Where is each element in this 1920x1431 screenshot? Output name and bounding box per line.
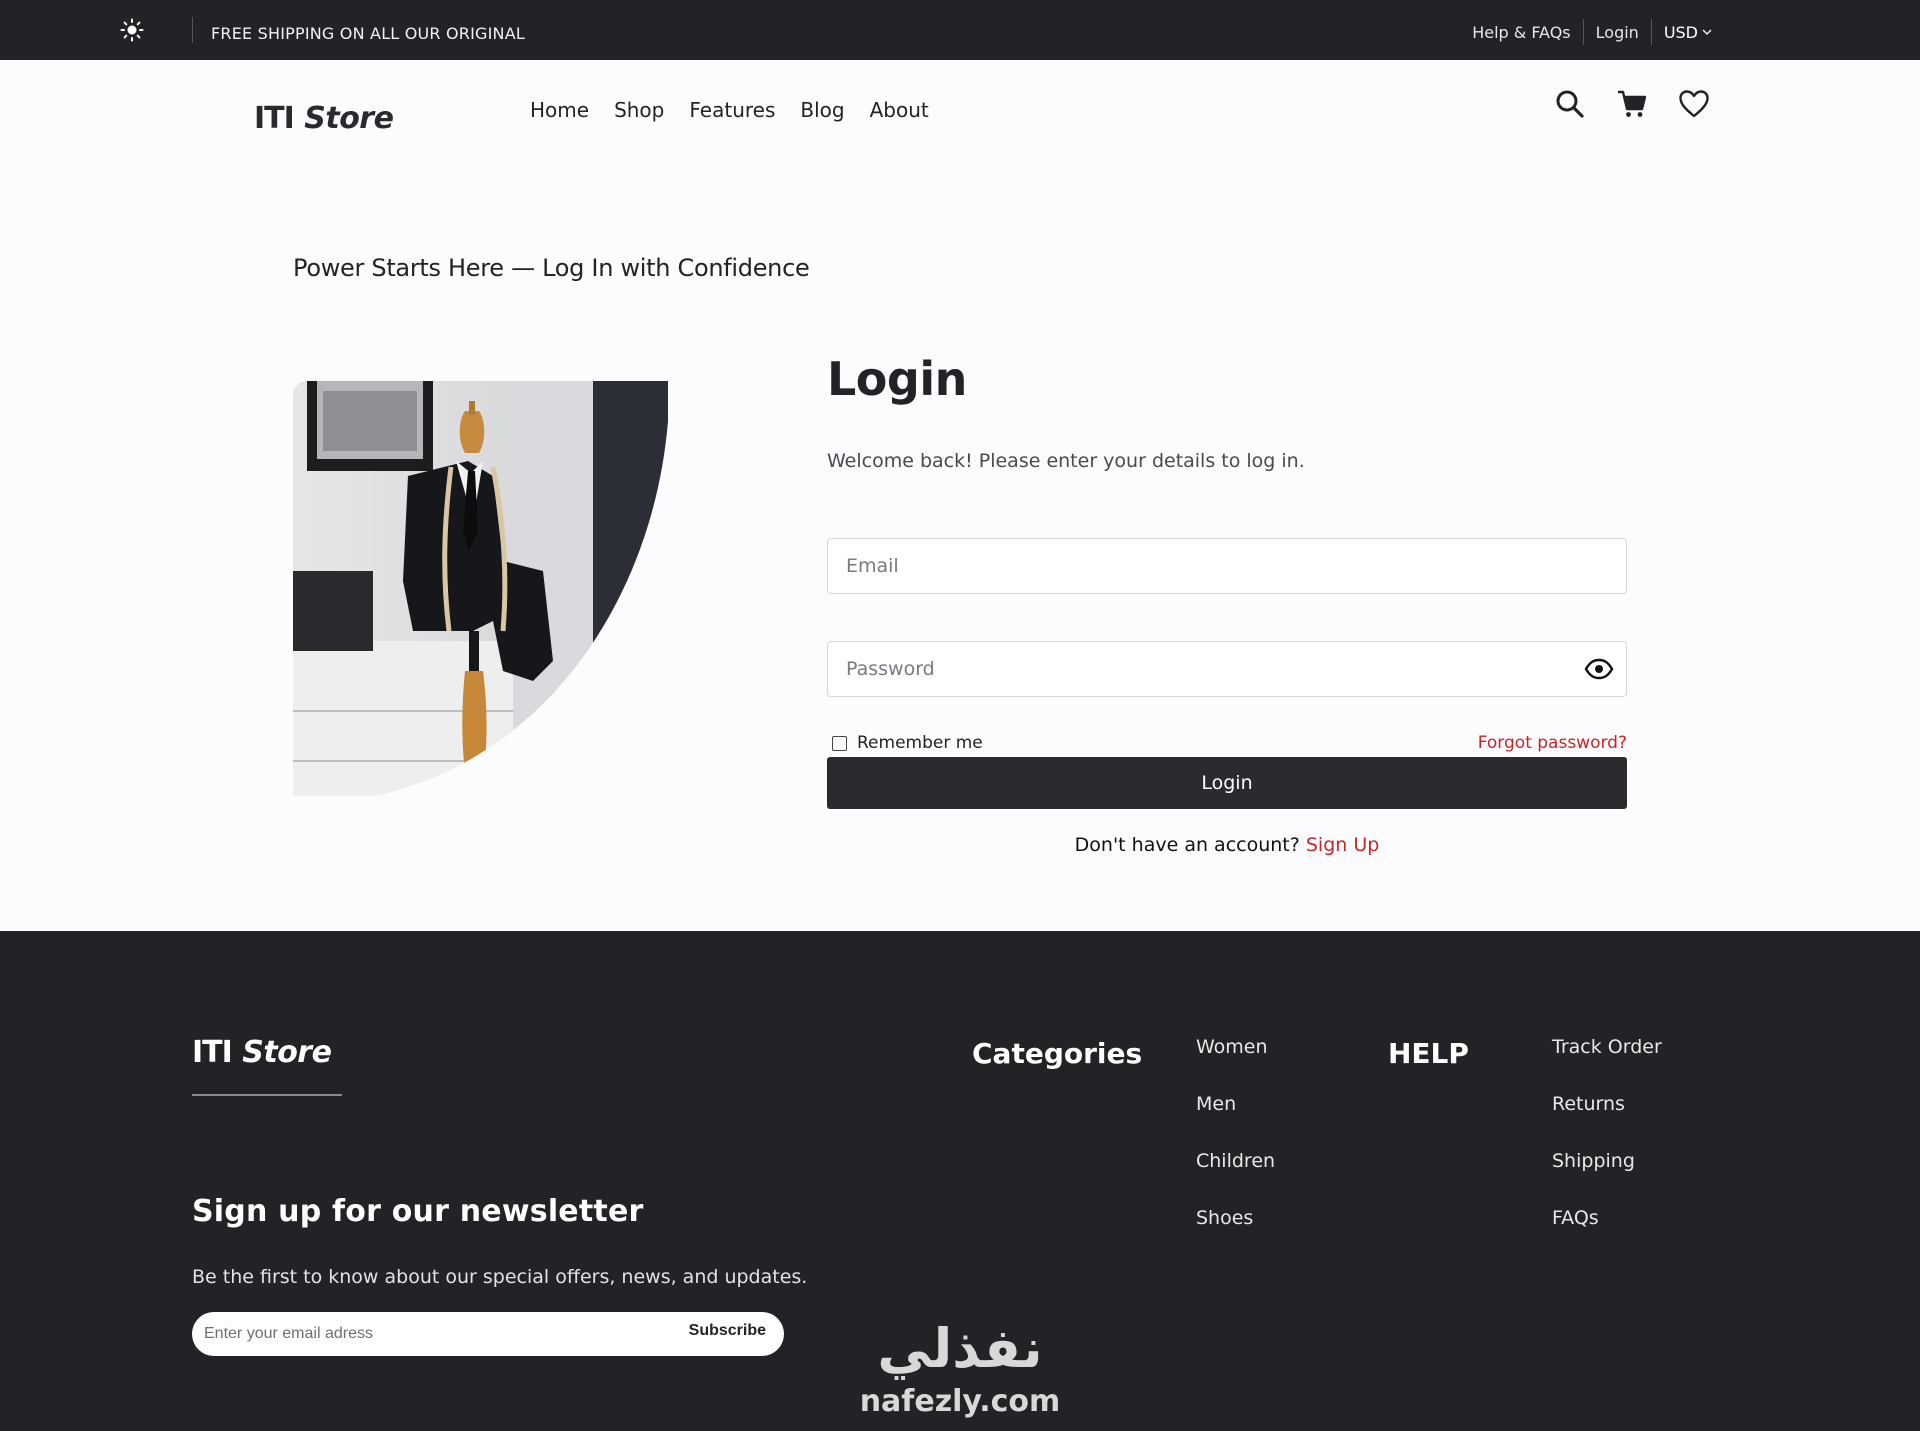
categories-list: Women Men Children Shoes <box>1196 1036 1275 1264</box>
nav-about[interactable]: About <box>870 98 929 122</box>
currency-select[interactable]: USD <box>1664 23 1712 42</box>
newsletter-subtitle: Be the first to know about our special o… <box>192 1266 808 1288</box>
category-link-shoes[interactable]: Shoes <box>1196 1207 1275 1264</box>
top-bar: FREE SHIPPING ON ALL OUR ORIGINAL Help &… <box>0 0 1920 60</box>
category-link-children[interactable]: Children <box>1196 1150 1275 1207</box>
password-field <box>827 641 1627 697</box>
nav-shop[interactable]: Shop <box>614 98 664 122</box>
heart-icon[interactable] <box>1678 88 1710 120</box>
login-title: Login <box>827 352 967 406</box>
email-field <box>827 538 1627 594</box>
subscribe-button[interactable]: Subscribe <box>689 1322 766 1340</box>
chevron-down-icon <box>1702 29 1712 35</box>
topbar-login-link[interactable]: Login <box>1596 23 1639 42</box>
category-link-women[interactable]: Women <box>1196 1036 1275 1093</box>
main-header: ITI Store Home Shop Features Blog About <box>0 60 1920 160</box>
theme-toggle-sun-icon[interactable] <box>120 18 144 42</box>
forgot-password-link[interactable]: Forgot password? <box>1478 733 1627 753</box>
topbar-separator <box>1650 19 1652 45</box>
logo-text-store: Store <box>304 101 394 136</box>
categories-title: Categories <box>972 1037 1143 1070</box>
site-footer: ITI Store Sign up for our newsletter Be … <box>0 931 1920 1431</box>
help-link-track-order[interactable]: Track Order <box>1552 1036 1662 1093</box>
help-faqs-link[interactable]: Help & FAQs <box>1472 23 1570 42</box>
remember-me-checkbox[interactable]: Remember me <box>832 733 983 753</box>
topbar-separator <box>1582 19 1584 45</box>
help-list: Track Order Returns Shipping FAQs <box>1552 1036 1662 1264</box>
page-tagline: Power Starts Here — Log In with Confiden… <box>293 254 810 282</box>
nafezly-watermark-logo: نفذلي nafezly.com <box>860 1317 1061 1419</box>
topbar-links: Help & FAQs Login USD <box>1472 19 1712 45</box>
footer-logo-underline <box>192 1094 342 1096</box>
watermark-latin-text: nafezly.com <box>860 1384 1061 1419</box>
main-nav: Home Shop Features Blog About <box>530 98 929 122</box>
password-input[interactable] <box>828 642 1626 696</box>
nav-blog[interactable]: Blog <box>800 98 844 122</box>
header-icons <box>1554 88 1710 120</box>
footer-logo-text-store: Store <box>242 1035 332 1070</box>
logo-text-iti: ITI <box>254 101 295 136</box>
help-link-returns[interactable]: Returns <box>1552 1093 1662 1150</box>
no-account-text: Don't have an account? <box>1074 834 1300 856</box>
topbar-divider <box>192 17 193 43</box>
help-title: HELP <box>1388 1037 1469 1070</box>
login-button[interactable]: Login <box>827 757 1627 809</box>
newsletter-form: Subscribe <box>192 1312 784 1356</box>
show-password-eye-icon[interactable] <box>1584 656 1614 682</box>
nav-home[interactable]: Home <box>530 98 589 122</box>
newsletter-email-input[interactable] <box>204 1312 644 1356</box>
category-link-men[interactable]: Men <box>1196 1093 1275 1150</box>
store-logo[interactable]: ITI Store <box>254 101 394 136</box>
help-link-faqs[interactable]: FAQs <box>1552 1207 1662 1264</box>
nav-features[interactable]: Features <box>689 98 775 122</box>
help-link-shipping[interactable]: Shipping <box>1552 1150 1662 1207</box>
email-input[interactable] <box>828 539 1626 593</box>
footer-logo-text-iti: ITI <box>192 1035 233 1070</box>
cart-icon[interactable] <box>1616 88 1648 120</box>
watermark-arabic-text: نفذلي <box>877 1317 1042 1380</box>
shipping-promo: FREE SHIPPING ON ALL OUR ORIGINAL <box>211 24 525 43</box>
login-subtitle: Welcome back! Please enter your details … <box>827 450 1305 472</box>
currency-value: USD <box>1663 22 1698 42</box>
footer-logo[interactable]: ITI Store <box>192 1035 332 1070</box>
signup-prompt: Don't have an account? Sign Up <box>827 834 1627 856</box>
newsletter-title: Sign up for our newsletter <box>192 1194 644 1229</box>
search-icon[interactable] <box>1554 88 1586 120</box>
checkbox-box[interactable] <box>832 735 847 751</box>
remember-me-label: Remember me <box>857 733 983 753</box>
sign-up-link[interactable]: Sign Up <box>1306 834 1379 856</box>
suit-mannequin-image <box>293 381 668 796</box>
